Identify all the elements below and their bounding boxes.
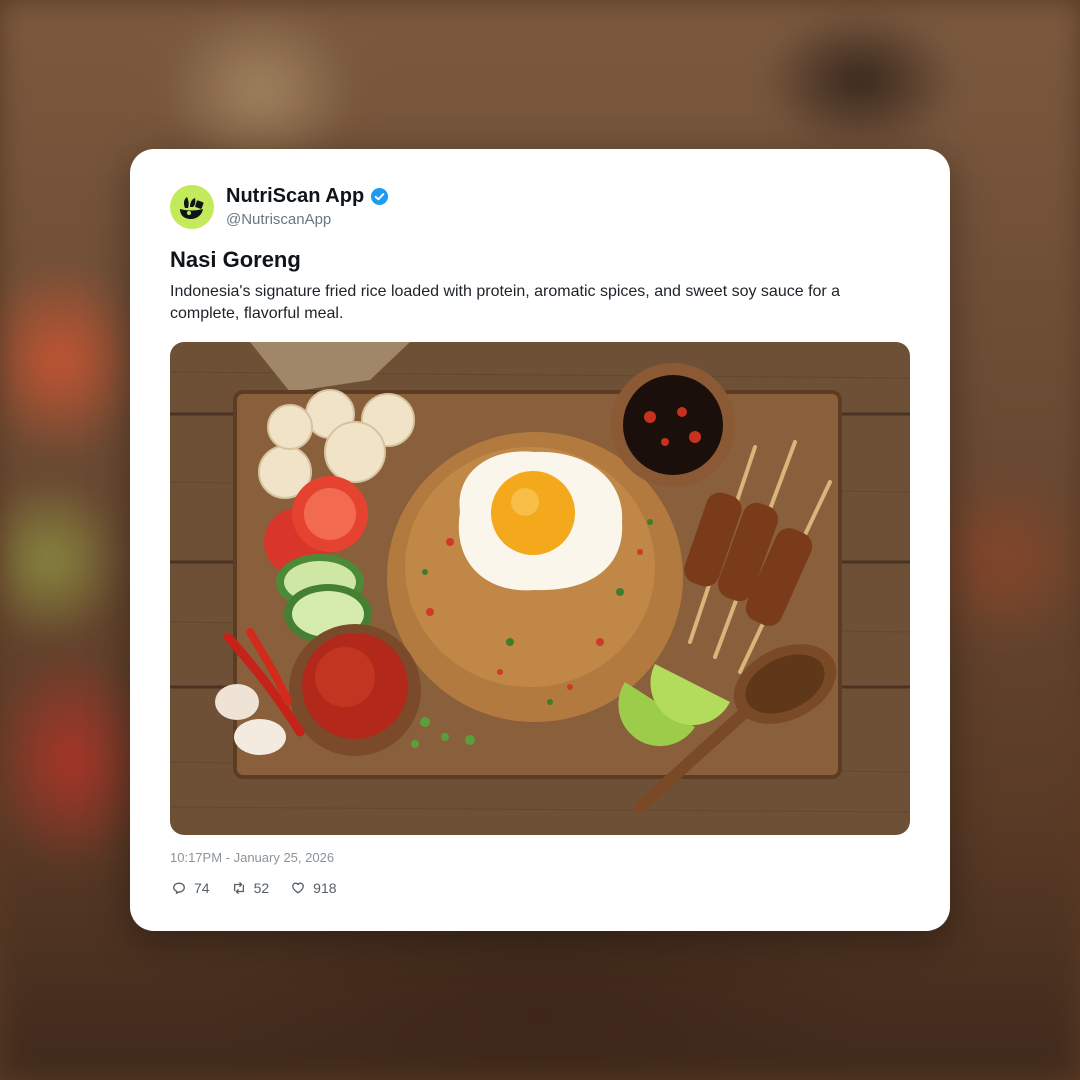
like-count: 918 — [313, 880, 337, 896]
comment-icon — [173, 882, 185, 894]
post-actions: 74 52 918 — [172, 880, 337, 896]
heart-icon — [292, 882, 305, 894]
leaf-logo-icon — [180, 197, 204, 219]
reply-count: 74 — [194, 880, 210, 896]
post-card: NutriScan App @NutriscanApp Nasi Goreng … — [130, 149, 950, 931]
food-photo[interactable] — [170, 342, 910, 835]
reply-button[interactable]: 74 — [172, 880, 210, 896]
author-handle[interactable]: @NutriscanApp — [226, 211, 331, 228]
post-timestamp: 10:17PM - January 25, 2026 — [170, 850, 335, 865]
nasi-goreng-illustration — [170, 342, 910, 835]
repost-count: 52 — [253, 880, 270, 896]
post-title: Nasi Goreng — [170, 247, 301, 272]
verified-badge-icon — [371, 187, 389, 206]
repost-icon — [233, 882, 244, 894]
author-name[interactable]: NutriScan App — [226, 185, 364, 208]
post-description: Indonesia's signature fried rice loaded … — [170, 283, 841, 322]
repost-button[interactable]: 52 — [232, 880, 270, 896]
avatar[interactable] — [170, 185, 214, 229]
like-button[interactable]: 918 — [291, 880, 337, 896]
